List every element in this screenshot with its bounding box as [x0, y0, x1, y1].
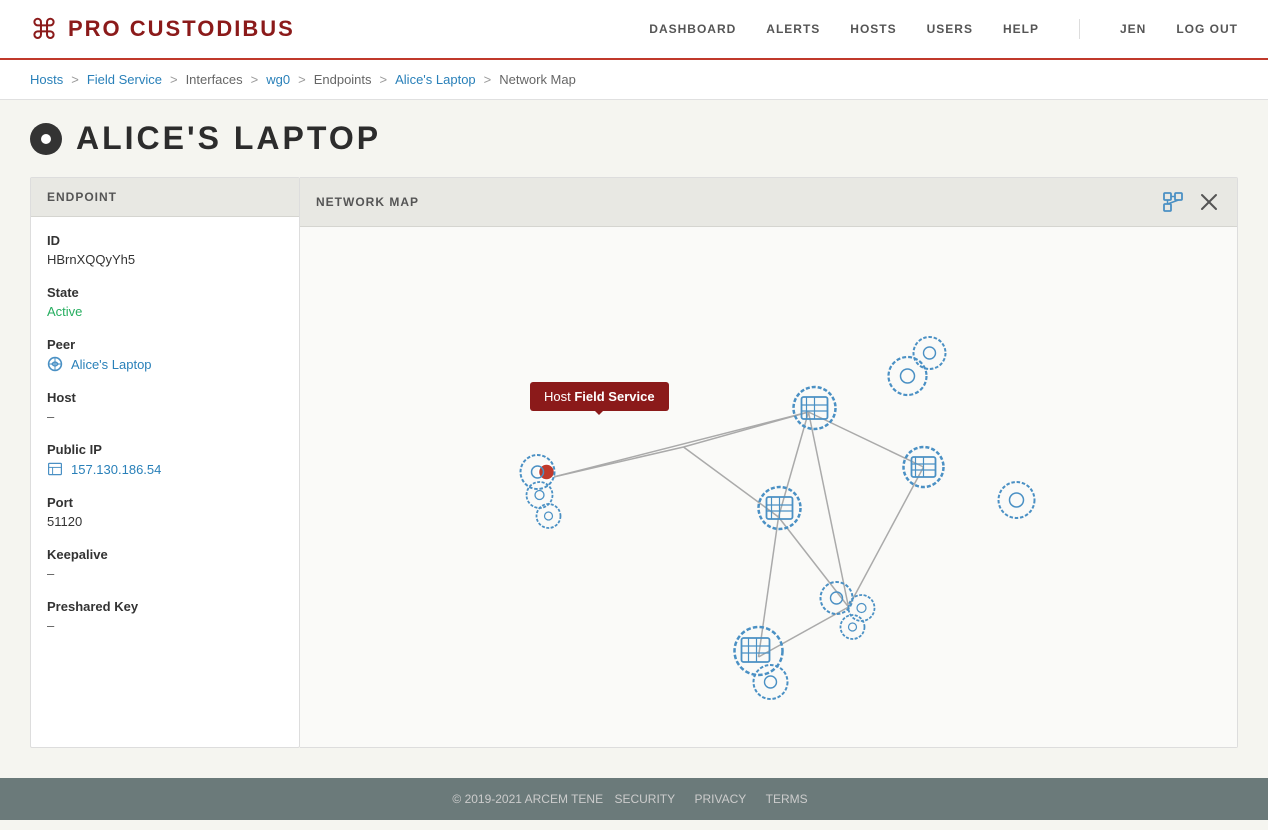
title-icon-inner [41, 134, 51, 144]
endpoint-panel-header: ENDPOINT [31, 178, 299, 217]
field-keepalive-label: Keepalive [47, 547, 283, 562]
field-host-value: – [47, 409, 283, 424]
map-node-5[interactable] [889, 357, 927, 395]
footer-security[interactable]: SECURITY [614, 792, 675, 806]
sep4: > [298, 72, 306, 87]
nav-help[interactable]: HELP [1003, 22, 1039, 36]
map-node-13[interactable] [735, 627, 783, 675]
bc-alices-laptop[interactable]: Alice's Laptop [395, 72, 476, 87]
bc-hosts[interactable]: Hosts [30, 72, 63, 87]
peer-link[interactable]: Alice's Laptop [47, 356, 283, 372]
map-node-8[interactable] [999, 482, 1035, 518]
sep5: > [380, 72, 388, 87]
map-node-10[interactable] [821, 582, 853, 614]
field-state: State Active [47, 285, 283, 319]
map-node-14[interactable] [754, 665, 788, 699]
field-keepalive: Keepalive – [47, 547, 283, 581]
network-panel-header: NETWORK MAP [300, 178, 1237, 227]
sep1: > [71, 72, 79, 87]
map-node-6[interactable] [914, 337, 946, 369]
field-state-label: State [47, 285, 283, 300]
footer: © 2019-2021 ARCEM TENE SECURITY PRIVACY … [0, 778, 1268, 820]
field-port-label: Port [47, 495, 283, 510]
logo-text: PRO CUSTODIBUS [68, 16, 295, 42]
field-host-label: Host [47, 390, 283, 405]
endpoint-panel: ENDPOINT ID HBrnXQQyYh5 State Active Pee… [30, 177, 300, 748]
field-port: Port 51120 [47, 495, 283, 529]
footer-copyright: © 2019-2021 ARCEM TENE [452, 792, 603, 806]
network-map-svg [300, 227, 1237, 747]
field-public-ip-value: 157.130.186.54 [47, 461, 283, 477]
network-header-icons [1161, 190, 1221, 214]
map-node-12[interactable] [841, 615, 865, 639]
network-canvas: Host Field Service [300, 227, 1237, 747]
nav-dashboard[interactable]: DASHBOARD [649, 22, 736, 36]
sep6: > [484, 72, 492, 87]
field-peer: Peer Alice's Laptop [47, 337, 283, 372]
main-content: ENDPOINT ID HBrnXQQyYh5 State Active Pee… [0, 177, 1268, 778]
field-preshared-key: Preshared Key – [47, 599, 283, 633]
field-port-value: 51120 [47, 514, 283, 529]
nav-alerts[interactable]: ALERTS [766, 22, 820, 36]
map-node-7[interactable] [904, 447, 944, 487]
title-icon [30, 123, 62, 155]
breadcrumb: Hosts > Field Service > Interfaces > wg0… [0, 60, 1268, 100]
page-title: ALICE'S LAPTOP [76, 120, 381, 157]
nav-hosts[interactable]: HOSTS [850, 22, 896, 36]
bc-network-map: Network Map [499, 72, 576, 87]
nav-users[interactable]: USERS [927, 22, 973, 36]
bc-field-service[interactable]: Field Service [87, 72, 162, 87]
field-preshared-key-label: Preshared Key [47, 599, 283, 614]
footer-terms[interactable]: TERMS [766, 792, 808, 806]
field-state-value: Active [47, 304, 283, 319]
map-node-11[interactable] [849, 595, 875, 621]
field-id-value: HBrnXQQyYh5 [47, 252, 283, 267]
field-peer-value: Alice's Laptop [47, 356, 283, 372]
network-close-icon[interactable] [1197, 190, 1221, 214]
bc-endpoints: Endpoints [314, 72, 372, 87]
nav-divider [1079, 19, 1080, 39]
bc-interfaces: Interfaces [186, 72, 243, 87]
sep2: > [170, 72, 178, 87]
page-title-area: ALICE'S LAPTOP [0, 100, 1268, 177]
logo-area: ⌘ PRO CUSTODIBUS [30, 13, 649, 46]
main-nav: DASHBOARD ALERTS HOSTS USERS HELP JEN LO… [649, 19, 1238, 39]
public-ip-link[interactable]: 157.130.186.54 [47, 461, 283, 477]
network-panel-title: NETWORK MAP [316, 195, 419, 209]
nav-user: JEN [1120, 22, 1146, 36]
map-node-9[interactable] [759, 487, 801, 529]
header: ⌘ PRO CUSTODIBUS DASHBOARD ALERTS HOSTS … [0, 0, 1268, 60]
map-node-4[interactable] [537, 504, 561, 528]
field-id: ID HBrnXQQyYh5 [47, 233, 283, 267]
bc-wg0[interactable]: wg0 [266, 72, 290, 87]
endpoint-panel-body: ID HBrnXQQyYh5 State Active Peer [31, 217, 299, 667]
ip-icon [47, 461, 63, 477]
field-host: Host – [47, 390, 283, 424]
field-id-label: ID [47, 233, 283, 248]
footer-privacy[interactable]: PRIVACY [694, 792, 746, 806]
field-public-ip: Public IP 157.130.186.54 [47, 442, 283, 477]
field-keepalive-value: – [47, 566, 283, 581]
sep3: > [251, 72, 259, 87]
field-peer-label: Peer [47, 337, 283, 352]
network-panel: NETWORK MAP [300, 177, 1238, 748]
field-preshared-key-value: – [47, 618, 283, 633]
field-public-ip-label: Public IP [47, 442, 283, 457]
nav-logout[interactable]: LOG OUT [1176, 22, 1238, 36]
peer-icon [47, 356, 63, 372]
network-layout-icon[interactable] [1161, 190, 1185, 214]
logo-icon: ⌘ [30, 13, 58, 46]
